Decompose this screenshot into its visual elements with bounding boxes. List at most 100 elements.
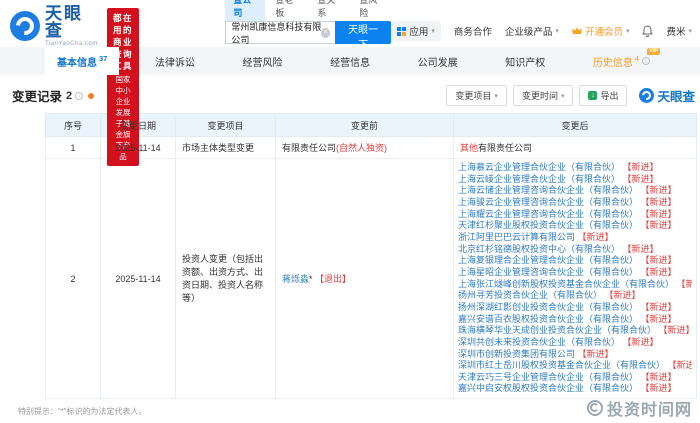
tab-intellectual-property[interactable]: 知识产权 <box>493 47 557 75</box>
vip-badge: VIP <box>647 48 660 55</box>
apps-grid-icon <box>397 26 407 36</box>
new-entry-tag: 【新进】 <box>620 173 659 184</box>
tab-operation-info[interactable]: 经营信息 <box>318 47 382 75</box>
filter-change-time-button[interactable]: 变更时间 ▾ <box>512 85 574 106</box>
tab-basic-info[interactable]: 基本信息 37 <box>45 47 120 75</box>
search-button[interactable]: 天眼一下 <box>334 21 392 51</box>
export-icon: ↓ <box>588 91 598 100</box>
new-entry-tag: 【新进】 <box>602 290 641 301</box>
search-block: 查公司 查老板 查关系 查风险 常州凯康信息科技有限公司 × 天眼一下 <box>225 0 392 51</box>
change-after-item: 天津红杉聚业股权投资合伙企业（有限合伙） 【新进】 <box>458 220 692 232</box>
watermark-brand-text: 天眼查 <box>657 90 695 104</box>
change-after-item: 扬州深湖红影创业投资合伙企业（有限合伙） 【新进】 <box>458 302 692 314</box>
tab-label: 公司发展 <box>417 57 458 69</box>
exit-tag: 【退出】 <box>315 274 352 285</box>
company-link[interactable]: 天津红杉聚业股权投资合伙企业（有限合伙） <box>458 220 638 230</box>
search-tab-risk[interactable]: 查风险 <box>351 0 391 21</box>
person-link[interactable]: 蒋烁淼 <box>282 274 309 284</box>
cell-before: 有限责任公司(自然人独资) <box>275 136 454 159</box>
after-text: 有限责任公司 <box>478 143 533 153</box>
before-text: 有限责任公司 <box>282 143 337 153</box>
company-link[interactable]: 嘉兴安谱百衣股权投资合伙企业（有限合伙） <box>458 314 638 324</box>
tianyancha-watermark-logo: 天眼查 <box>639 86 695 105</box>
new-entry-tag: 【新进】 <box>667 360 692 371</box>
legal-rep-star: * <box>309 274 313 285</box>
new-entry-tag: 【新进】 <box>638 208 677 219</box>
company-link[interactable]: 上海张江燧峰创新股权投资基金合伙企业（有限合伙） <box>458 279 674 289</box>
user-account-menu[interactable]: 费米 ▾ <box>666 24 692 38</box>
tab-operation-risk[interactable]: 经营风险 <box>231 47 295 75</box>
info-icon[interactable]: i <box>75 91 84 100</box>
vip-upgrade-menu[interactable]: 开通会员 ▾ <box>571 24 629 38</box>
company-link[interactable]: 上海云储企业管理咨询合伙企业（有限合伙） <box>458 185 638 195</box>
company-link[interactable]: 扬州寻芳投资合伙企业（有限合伙） <box>458 290 602 300</box>
search-tab-boss[interactable]: 查老板 <box>267 0 307 21</box>
tianyancha-swirl-icon <box>10 11 40 41</box>
filter-label: 变更时间 <box>521 91 558 101</box>
table-row: 1 2025-11-14 市场主体类型变更 有限责任公司(自然人独资) 其他有限… <box>45 136 697 159</box>
brand-name: 天眼查 <box>45 4 83 40</box>
cell-after: 其他有限责任公司 <box>453 136 697 159</box>
change-after-list: 上海慕云企业管理合伙企业（有限合伙） 【新进】 上海云崚企业管理合伙企业（有限合伙… <box>458 162 692 395</box>
new-entry-tag: 【新进】 <box>656 325 692 336</box>
company-link[interactable]: 上海星昭企业管理咨询合伙企业（有限合伙） <box>458 267 638 277</box>
company-link[interactable]: 北京红杉铭德股权投资中心（有限合伙） <box>458 244 620 254</box>
after-text-red: 其他 <box>460 143 479 153</box>
company-link[interactable]: 深圳共创未来投资合伙企业（有限合伙） <box>458 337 620 347</box>
new-entry-tag: 【新进】 <box>575 348 614 359</box>
tab-legal-litigation[interactable]: 法律诉讼 <box>143 47 207 75</box>
new-entry-tag: 【新进】 <box>638 371 677 382</box>
company-link[interactable]: 天津云巧三号企业管理合伙企业（有限合伙） <box>458 372 638 382</box>
tab-history-info[interactable]: VIP 历史信息 4 i <box>581 47 662 75</box>
chevron-down-icon: ▾ <box>555 28 559 35</box>
search-tab-company[interactable]: 查公司 <box>225 0 266 21</box>
new-entry-tag: 【新进】 <box>638 220 677 231</box>
tab-label: 经营风险 <box>242 57 283 69</box>
change-after-item: 上海星昭企业管理咨询合伙企业（有限合伙） 【新进】 <box>458 267 692 279</box>
export-button[interactable]: ↓ 导出 <box>579 85 628 106</box>
page: 天眼查 TianYanCha.com 都在用的商业查询工具 国家中小企业发展子基… <box>0 0 700 423</box>
search-tab-relation[interactable]: 查关系 <box>309 0 349 21</box>
company-link[interactable]: 扬州深湖红影创业投资合伙企业（有限合伙） <box>458 302 638 312</box>
change-after-item: 嘉兴中启安权股权投资合伙企业（有限合伙） 【新进】 <box>458 383 692 395</box>
change-after-item: 深圳共创未来投资合伙企业（有限合伙） 【新进】 <box>458 337 692 349</box>
apps-label: 应用 <box>409 27 429 38</box>
crown-icon <box>571 27 582 34</box>
tab-company-development[interactable]: 公司发展 <box>406 47 470 75</box>
company-link[interactable]: 上海骏云企业管理咨询合伙企业（有限合伙） <box>458 197 638 207</box>
change-after-item: 北京红杉铭德股权投资中心（有限合伙） 【新进】 <box>458 244 692 256</box>
business-cooperation-link[interactable]: 商务合作 <box>454 24 492 38</box>
cell-after: 上海慕云企业管理合伙企业（有限合伙） 【新进】 上海云崚企业管理合伙企业（有限合伙… <box>453 157 697 400</box>
company-link[interactable]: 深圳市创新投资集团有限公司 <box>458 349 575 359</box>
change-after-item: 珠海横琴华业天成创业投资合伙企业（有限合伙） 【新进】 <box>458 325 692 337</box>
section-count: 2 <box>66 89 73 102</box>
company-link[interactable]: 珠海横琴华业天成创业投资合伙企业（有限合伙） <box>458 325 656 335</box>
clear-search-icon[interactable]: × <box>321 27 330 38</box>
change-after-item: 上海骏云企业管理咨询合伙企业（有限合伙） 【新进】 <box>458 197 692 209</box>
enterprise-product-menu[interactable]: 企业级产品 ▾ <box>505 24 559 38</box>
company-link[interactable]: 上海慕云企业管理合伙企业（有限合伙） <box>458 162 620 172</box>
change-after-item: 上海云崚企业管理合伙企业（有限合伙） 【新进】 <box>458 174 692 186</box>
export-label: 导出 <box>600 91 619 101</box>
apps-menu[interactable]: 应用 ▾ <box>391 21 441 41</box>
info-icon[interactable]: i <box>641 57 650 65</box>
company-link[interactable]: 嘉兴中启安权股权投资合伙企业（有限合伙） <box>458 383 638 393</box>
search-input[interactable]: 常州凯康信息科技有限公司 × <box>225 21 335 45</box>
chevron-down-icon: ▾ <box>560 92 565 100</box>
change-after-item: 上海慕云企业管理合伙企业（有限合伙） 【新进】 <box>458 162 692 174</box>
tianyancha-logo[interactable]: 天眼查 TianYanCha.com <box>10 5 98 47</box>
company-link[interactable]: 上海耀云企业管理咨询合伙企业（有限合伙） <box>458 209 638 219</box>
notification-bell-icon[interactable] <box>642 25 654 37</box>
change-after-item: 上海张江燧峰创新股权投资基金合伙企业（有限合伙） 【新进】 <box>458 279 692 291</box>
col-header-before: 变更前 <box>275 113 454 137</box>
tianyancha-swirl-icon <box>639 88 655 103</box>
chevron-down-icon: ▾ <box>688 28 692 35</box>
company-link[interactable]: 深圳市红土岳川股权投资基金合伙企业（有限合伙） <box>458 360 665 370</box>
table-row: 2 2025-11-14 投资人变更（包括出资额、出资方式、出资日期、投资人名称… <box>45 157 697 400</box>
company-link[interactable]: 浙江阿里巴巴云计算有限公司 <box>458 232 575 242</box>
filter-change-item-button[interactable]: 变更项目 ▾ <box>446 85 507 106</box>
chevron-down-icon: ▾ <box>494 92 498 100</box>
company-link[interactable]: 上海云崚企业管理合伙企业（有限合伙） <box>458 174 620 184</box>
company-link[interactable]: 上海复银理合企业管理合伙企业（有限合伙） <box>458 255 638 265</box>
tab-count: 4 <box>634 53 639 63</box>
